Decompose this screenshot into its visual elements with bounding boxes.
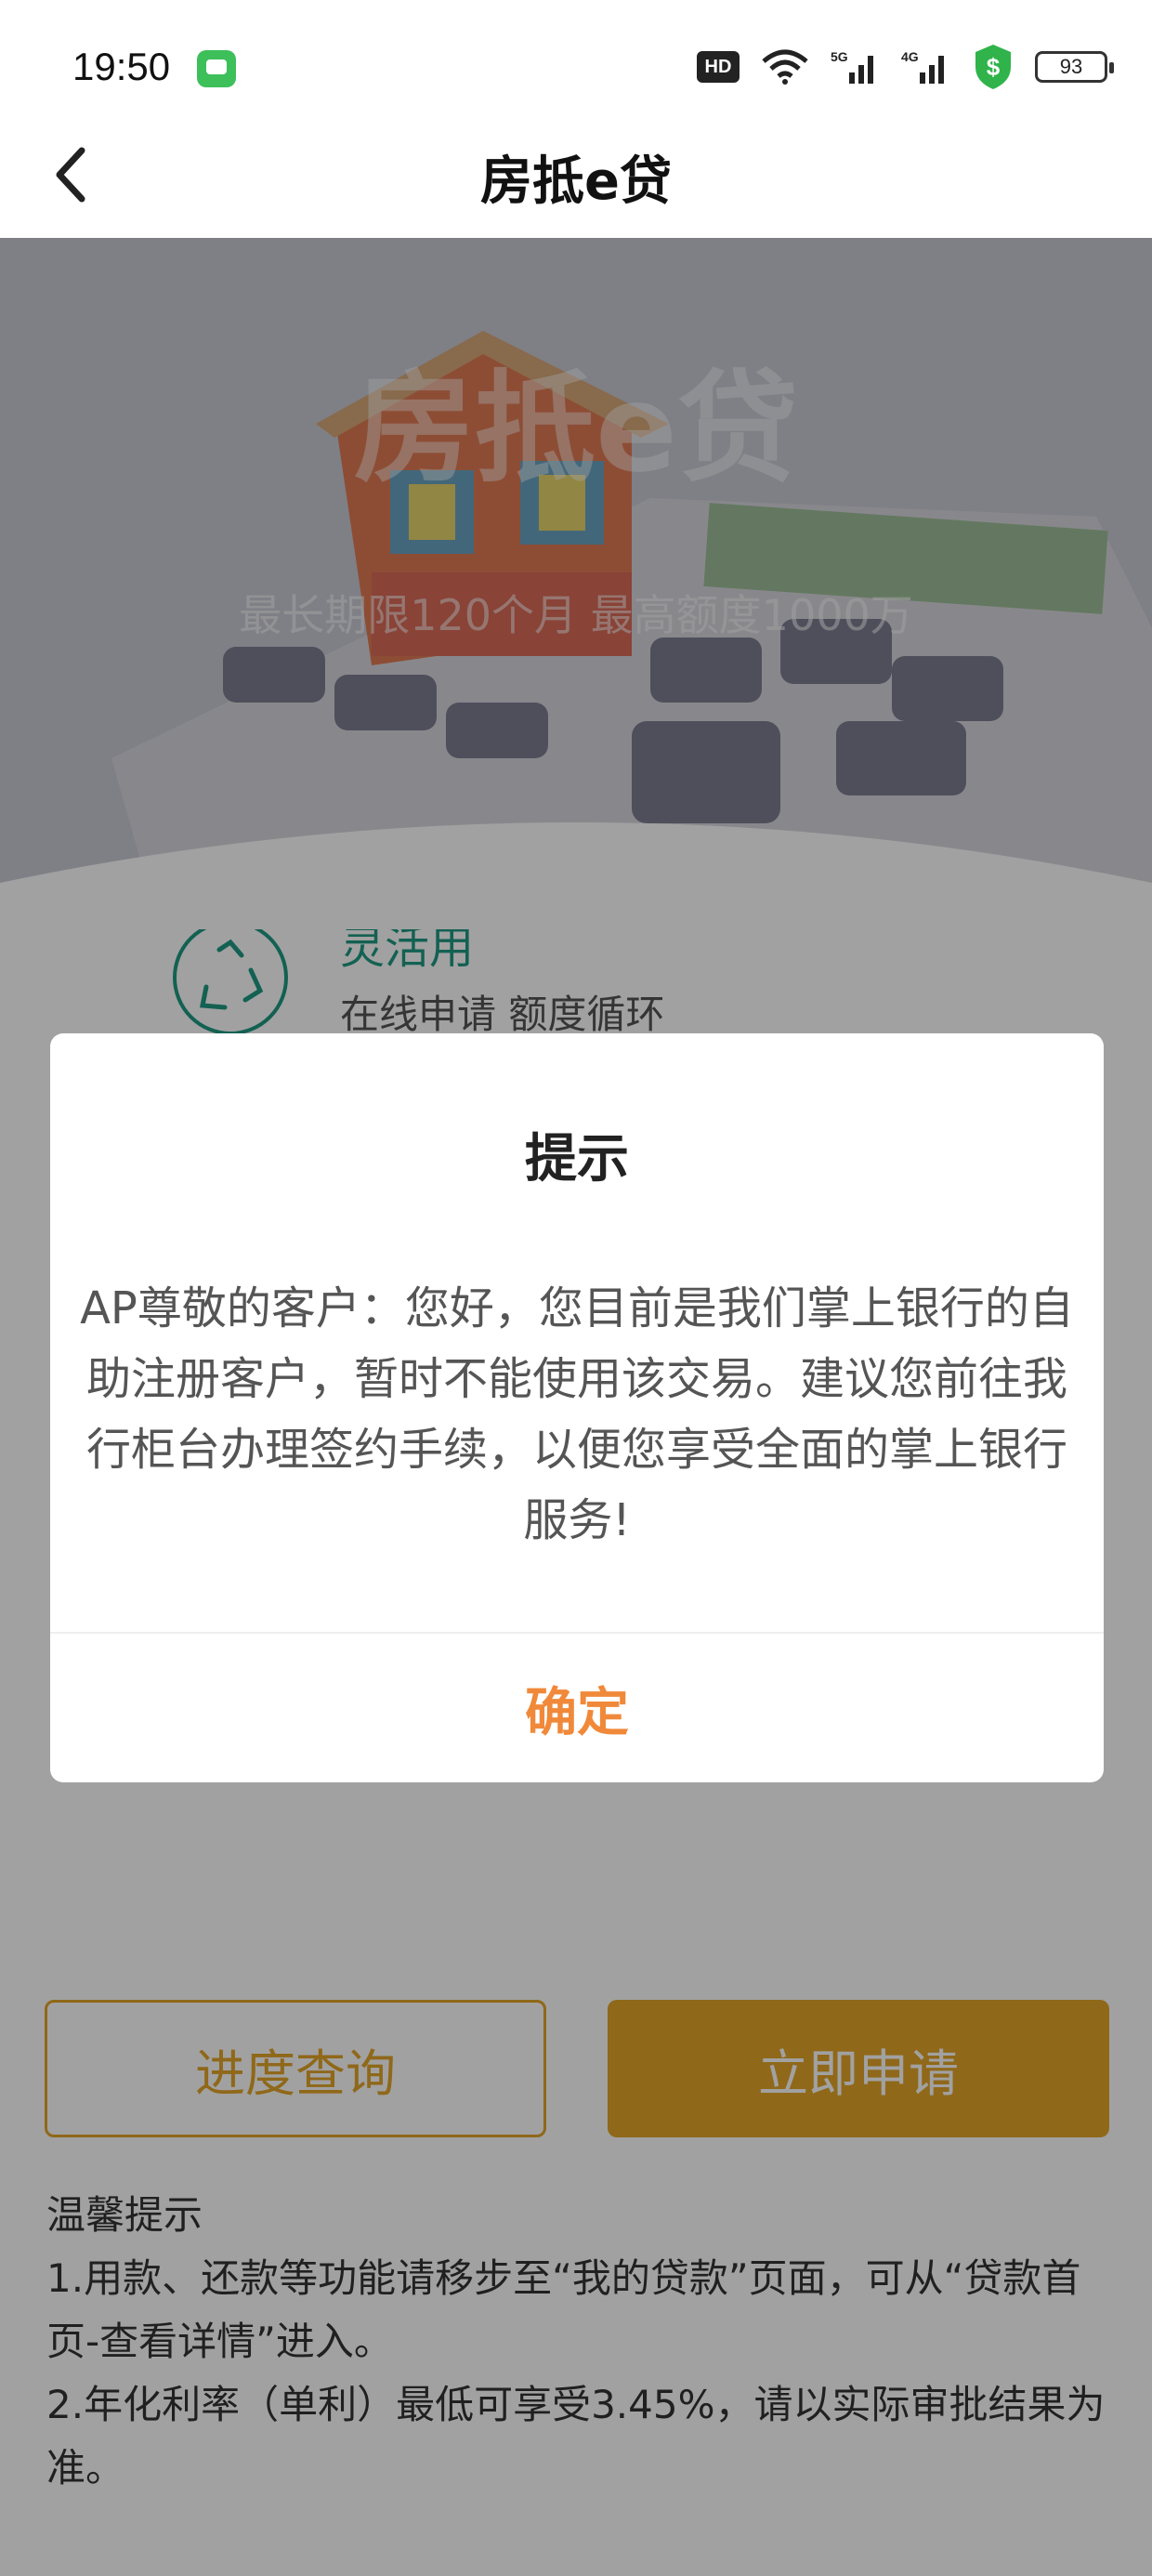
5g-signal-icon: 5G xyxy=(831,49,873,84)
wifi-icon xyxy=(762,49,808,85)
nav-bar: 房抵e贷 xyxy=(0,112,1152,238)
message-icon xyxy=(197,50,236,87)
svg-text:4G: 4G xyxy=(901,49,919,64)
battery-icon: 93 xyxy=(1035,51,1114,83)
alert-dialog: 提示 AP尊敬的客户：您好，您目前是我们掌上银行的自助注册客户，暂时不能使用该交… xyxy=(50,1033,1104,1782)
shield-icon: $ xyxy=(975,45,1011,89)
svg-text:5G: 5G xyxy=(831,49,848,64)
svg-text:$: $ xyxy=(987,53,1001,81)
page-title: 房抵e贷 xyxy=(480,151,672,212)
4g-signal-icon: 4G xyxy=(901,49,944,84)
hd-icon: HD xyxy=(697,51,740,83)
dialog-message: AP尊敬的客户：您好，您目前是我们掌上银行的自助注册客户，暂时不能使用该交易。建… xyxy=(80,1282,1074,1546)
status-time: 19:50 xyxy=(72,45,171,88)
dialog-title: 提示 xyxy=(525,1129,629,1189)
status-icons: HD 5G 4G $ 93 xyxy=(697,41,1114,93)
confirm-button[interactable]: 确定 xyxy=(50,1634,1104,1782)
